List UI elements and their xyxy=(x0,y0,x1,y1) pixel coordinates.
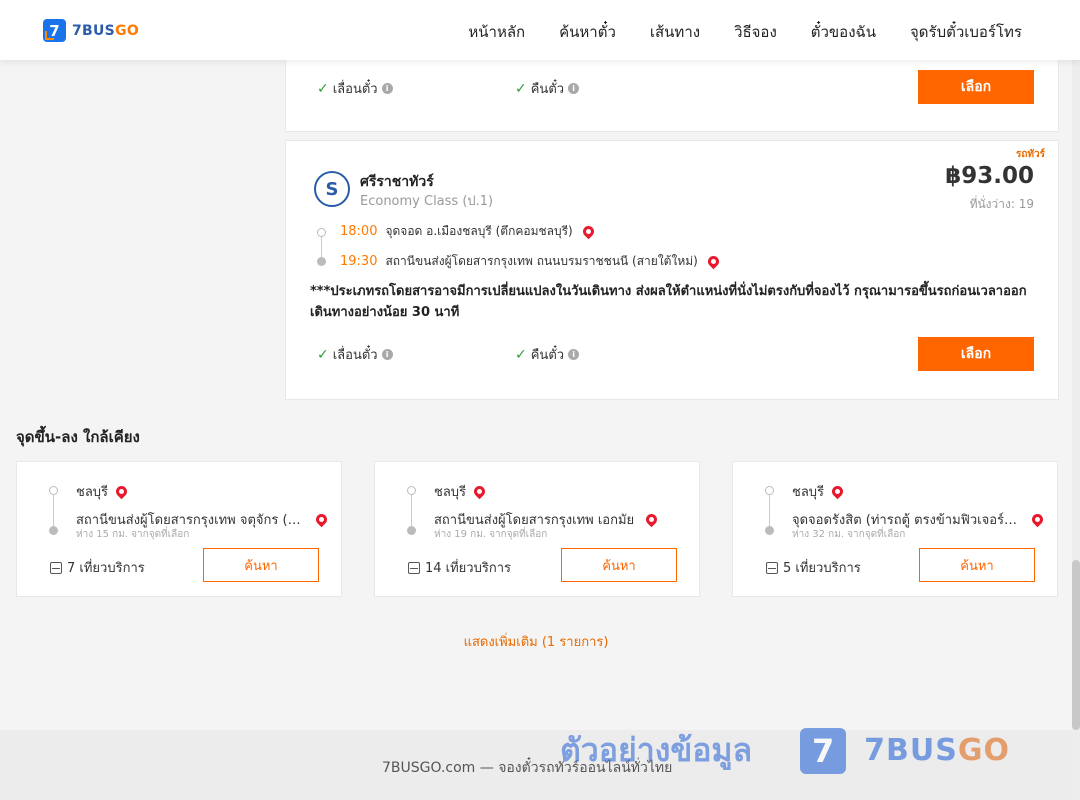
destination-dot xyxy=(49,526,58,535)
timeline-line xyxy=(411,495,412,527)
nav-ticket-pickup[interactable]: จุดรับตั๋วเบอร์โทร xyxy=(910,20,1022,44)
arrival-time: 19:30 xyxy=(340,254,378,269)
departure-place: จุดจอด อ.เมืองชลบุรี (ตึกคอมชลบุรี) xyxy=(385,224,573,238)
select-button[interactable]: เลือก xyxy=(918,70,1034,104)
check-icon: ✓ xyxy=(317,346,329,363)
info-icon[interactable]: i xyxy=(568,349,580,360)
watermark-text: ตัวอย่างข้อมูล xyxy=(560,731,753,769)
feature-change: ✓ เลื่อนตั๋ว i xyxy=(317,78,393,99)
map-pin-icon[interactable] xyxy=(1029,511,1046,528)
map-pin-icon[interactable] xyxy=(705,253,722,270)
watermark-brand: 7BUSGO xyxy=(864,733,1010,768)
nearby-card: ชลบุรี จุดจอดรังสิต (ท่ารถตู้ ตรงข้ามฟิว… xyxy=(732,461,1058,597)
origin-dot xyxy=(49,486,58,495)
select-button[interactable]: เลือก xyxy=(918,337,1034,371)
map-pin-icon[interactable] xyxy=(471,483,488,500)
nearby-trips: 14 เที่ยวบริการ xyxy=(408,557,511,578)
scrollbar-thumb[interactable] xyxy=(1072,560,1080,730)
watermark: ตัวอย่างข้อมูล 7 7BUSGO xyxy=(560,725,1010,776)
main-nav: หน้าหลัก ค้นหาตั๋ว เส้นทาง วิธีจอง ตั๋วข… xyxy=(468,20,1022,44)
nearby-title: จุดขึ้น-ลง ใกล้เคียง xyxy=(16,428,140,446)
nearby-from: ชลบุรี xyxy=(434,481,488,502)
trip-card-previous: ✓ เลื่อนตั๋ว i ✓ คืนตั๋ว i เลือก xyxy=(285,58,1059,132)
bus-icon xyxy=(50,561,62,574)
nav-my-tickets[interactable]: ตั๋วของฉัน xyxy=(811,20,876,44)
destination-dot xyxy=(317,257,326,266)
arrival-stop: 19:30 สถานีขนส่งผู้โดยสารกรุงเทพ ถนนบรมร… xyxy=(340,252,722,271)
destination-dot xyxy=(407,526,416,535)
seats-available: ที่นั่งว่าง: 19 xyxy=(969,197,1034,211)
nearby-distance: ห่าง 32 กม. จากจุดที่เลือก xyxy=(792,529,906,540)
watermark-logo-icon: 7 xyxy=(800,727,847,774)
trip-notice: ***ประเภทรถโดยสารอาจมีการเปลี่ยนแปลงในวั… xyxy=(310,284,1027,320)
nearby-trips: 7 เที่ยวบริการ xyxy=(50,557,145,578)
nav-search-ticket[interactable]: ค้นหาตั๋ว xyxy=(559,20,616,44)
nav-home[interactable]: หน้าหลัก xyxy=(468,20,525,44)
departure-stop: 18:00 จุดจอด อ.เมืองชลบุรี (ตึกคอมชลบุรี… xyxy=(340,222,597,241)
nearby-from: ชลบุรี xyxy=(76,481,130,502)
info-icon[interactable]: i xyxy=(568,83,580,94)
origin-dot xyxy=(765,486,774,495)
info-icon[interactable]: i xyxy=(381,349,393,360)
logo-mark-icon: 7 xyxy=(43,19,66,42)
check-icon: ✓ xyxy=(515,346,527,363)
page-scrollbar[interactable] xyxy=(1072,0,1080,800)
check-icon: ✓ xyxy=(515,80,527,97)
timeline-line xyxy=(53,495,54,527)
nearby-distance: ห่าง 15 กม. จากจุดที่เลือก xyxy=(76,529,190,540)
destination-dot xyxy=(765,526,774,535)
map-pin-icon[interactable] xyxy=(829,483,846,500)
ticket-price: ฿93.00 xyxy=(945,163,1034,189)
bus-type-tag: รถทัวร์ xyxy=(1015,149,1045,160)
nearby-from: ชลบุรี xyxy=(792,481,846,502)
nearby-search-button[interactable]: ค้นหา xyxy=(919,548,1035,582)
map-pin-icon[interactable] xyxy=(313,511,330,528)
check-icon: ✓ xyxy=(317,80,329,97)
bus-class: Economy Class (ป.1) xyxy=(360,194,494,209)
nearby-distance: ห่าง 19 กม. จากจุดที่เลือก xyxy=(434,529,548,540)
nav-routes[interactable]: เส้นทาง xyxy=(650,20,700,44)
arrival-place: สถานีขนส่งผู้โดยสารกรุงเทพ ถนนบรมราชชนนี… xyxy=(385,254,698,268)
trip-card: รถทัวร์ S ศรีราชาทัวร์ Economy Class (ป.… xyxy=(285,140,1059,400)
bus-icon xyxy=(408,561,420,574)
map-pin-icon[interactable] xyxy=(580,223,597,240)
info-icon[interactable]: i xyxy=(381,83,393,94)
map-pin-icon[interactable] xyxy=(113,483,130,500)
feature-change: ✓ เลื่อนตั๋ว i xyxy=(317,344,393,365)
departure-time: 18:00 xyxy=(340,224,378,239)
map-pin-icon[interactable] xyxy=(643,511,660,528)
origin-dot xyxy=(407,486,416,495)
nearby-search-button[interactable]: ค้นหา xyxy=(561,548,677,582)
nav-how-to-book[interactable]: วิธีจอง xyxy=(734,20,777,44)
feature-refund: ✓ คืนตั๋ว i xyxy=(515,78,580,99)
nearby-card: ชลบุรี สถานีขนส่งผู้โดยสารกรุงเทพ เอกมัย… xyxy=(374,461,700,597)
timeline-line xyxy=(769,495,770,527)
origin-dot xyxy=(317,228,326,237)
nearby-card: ชลบุรี สถานีขนส่งผู้โดยสารกรุงเทพ จตุจัก… xyxy=(16,461,342,597)
logo-text: 7BUSGO xyxy=(72,22,140,39)
top-header: 7 7BUSGO หน้าหลัก ค้นหาตั๋ว เส้นทาง วิธี… xyxy=(0,0,1080,60)
show-more-link[interactable]: แสดงเพิ่มเติม (1 รายการ) xyxy=(0,631,1072,652)
nearby-trips: 5 เที่ยวบริการ xyxy=(766,557,861,578)
feature-refund: ✓ คืนตั๋ว i xyxy=(515,344,580,365)
nearby-search-button[interactable]: ค้นหา xyxy=(203,548,319,582)
site-logo[interactable]: 7 7BUSGO xyxy=(43,19,139,42)
operator-logo-icon: S xyxy=(314,171,350,207)
bus-icon xyxy=(766,561,778,574)
